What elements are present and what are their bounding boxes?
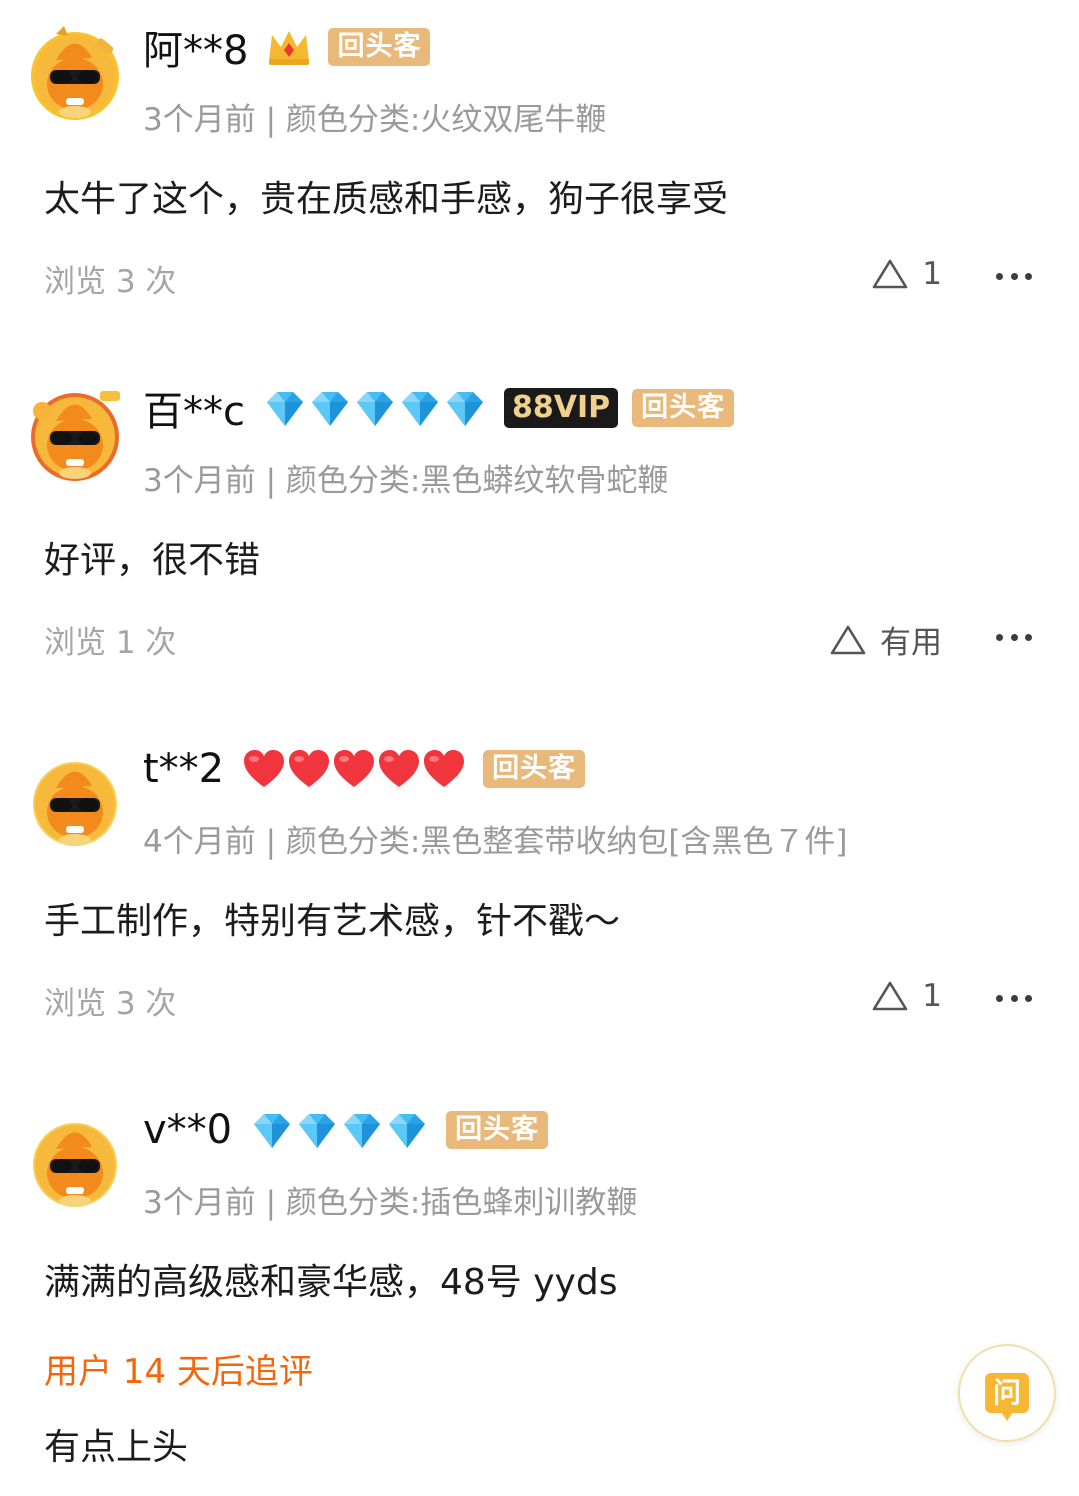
vip-badge: 88VIP	[504, 388, 619, 428]
diamond-icon	[447, 392, 483, 426]
diamond-icon	[344, 1114, 381, 1148]
heart-level-icons	[242, 749, 467, 789]
diamond-level-icons	[263, 388, 488, 428]
review-meta: 3个月前 | 颜色分类:火纹双尾牛鞭	[143, 102, 607, 138]
user-avatar[interactable]	[26, 752, 124, 850]
username: t**2	[143, 746, 225, 792]
more-options-icon[interactable]	[996, 270, 1032, 282]
repeat-customer-badge: 回头客	[446, 1111, 549, 1149]
review-meta: 3个月前 | 颜色分类:插色蜂刺训教鞭	[143, 1185, 638, 1221]
review-item: 百**c 88VIP 回头客 3个月前 | 颜色分类:黑色蟒纹软骨蛇鞭 好评，很…	[0, 361, 1079, 722]
diamond-icon	[267, 392, 303, 426]
review-meta: 3个月前 | 颜色分类:黑色蟒纹软骨蛇鞭	[143, 463, 669, 499]
followup-review-content: 有点上头	[44, 1427, 189, 1468]
heart-icon	[379, 750, 420, 787]
username: 阿**8	[143, 28, 249, 74]
triangle-up-icon	[872, 259, 908, 289]
diamond-icon	[389, 1114, 426, 1148]
useful-button[interactable]: 1	[872, 978, 942, 1014]
repeat-customer-badge: 回头客	[328, 28, 431, 66]
user-avatar[interactable]	[26, 1113, 124, 1211]
repeat-customer-badge: 回头客	[483, 750, 586, 788]
repeat-customer-badge: 回头客	[632, 389, 735, 427]
useful-count: 1	[922, 256, 942, 292]
crown-icon	[269, 31, 310, 65]
more-options-icon[interactable]	[996, 631, 1032, 643]
diamond-icon	[357, 392, 393, 426]
useful-button[interactable]: 1	[872, 256, 942, 292]
diamond-level-icons	[250, 1110, 430, 1150]
user-avatar[interactable]	[26, 385, 124, 483]
diamond-icon	[312, 392, 348, 426]
view-count: 浏览 3 次	[44, 986, 177, 1022]
heart-icon	[289, 750, 330, 787]
user-avatar[interactable]	[26, 24, 124, 122]
review-item: 阿**8 回头客 3个月前 | 颜色分类:火纹双尾牛鞭 太牛了这个，贵在质感和手…	[0, 0, 1079, 361]
diamond-icon	[254, 1114, 291, 1148]
review-item: t**2 回头客 4个月前 | 颜色分类:黑色整套带收纳包[含黑色７件] 手工制…	[0, 722, 1079, 1083]
review-content: 好评，很不错	[44, 540, 261, 581]
question-bubble-icon: 问	[985, 1373, 1029, 1421]
triangle-up-icon	[830, 625, 866, 654]
review-content: 手工制作，特别有艺术感，针不戳～	[44, 901, 621, 942]
username: v**0	[143, 1107, 233, 1153]
useful-label: 有用	[880, 625, 942, 661]
heart-icon	[244, 750, 285, 787]
heart-icon	[424, 750, 465, 787]
review-content: 满满的高级感和豪华感，48号 yyds	[44, 1262, 618, 1303]
heart-icon	[334, 750, 375, 787]
useful-button[interactable]: 有用	[830, 617, 942, 662]
more-options-icon[interactable]	[996, 992, 1032, 1004]
username: 百**c	[143, 389, 245, 435]
diamond-icon	[402, 392, 438, 426]
triangle-up-icon	[872, 981, 908, 1011]
review-meta: 4个月前 | 颜色分类:黑色整套带收纳包[含黑色７件]	[143, 824, 848, 860]
view-count: 浏览 3 次	[44, 264, 177, 300]
followup-review-title: 用户 14 天后追评	[44, 1352, 313, 1392]
ask-question-button[interactable]: 问	[958, 1344, 1056, 1442]
useful-count: 1	[922, 978, 942, 1014]
review-content: 太牛了这个，贵在质感和手感，狗子很享受	[44, 179, 729, 220]
view-count: 浏览 1 次	[44, 625, 177, 661]
diamond-icon	[299, 1114, 336, 1148]
